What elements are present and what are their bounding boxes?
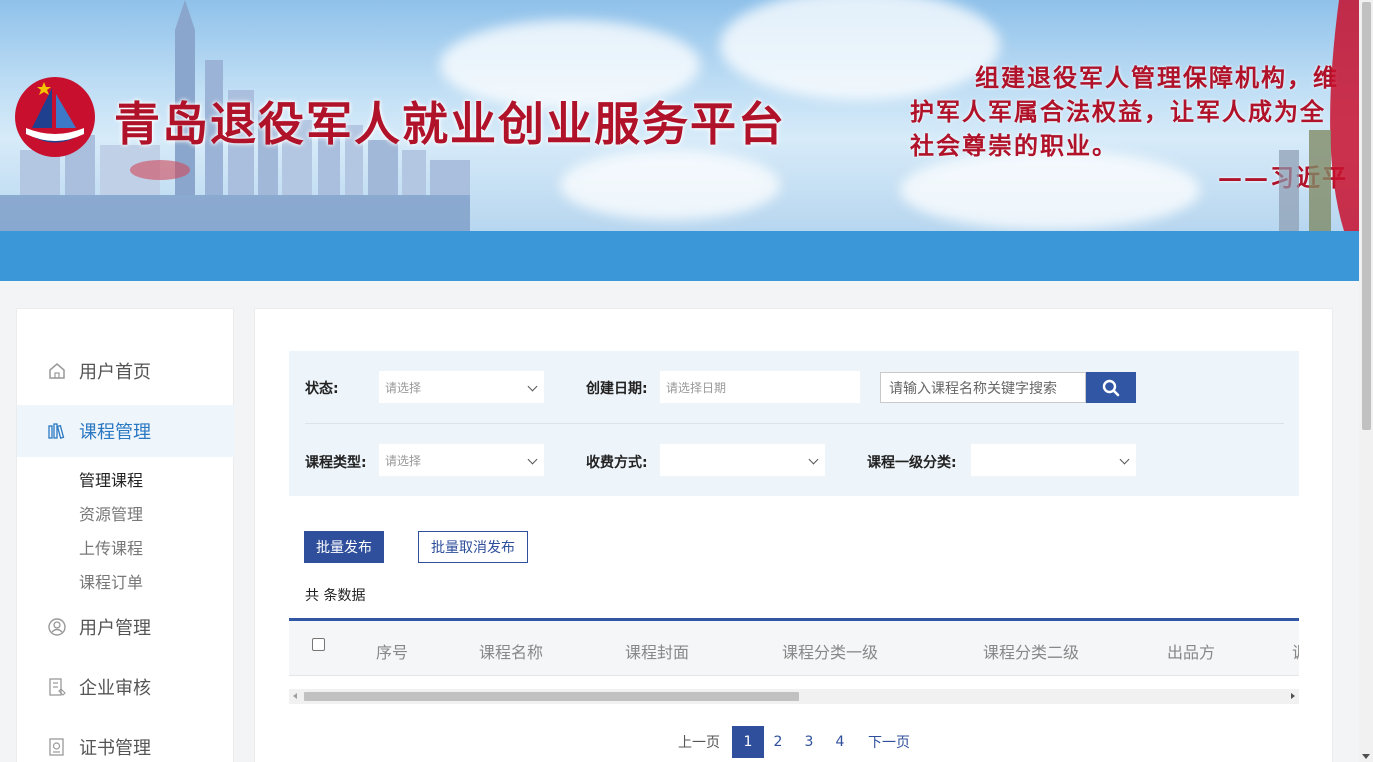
- search-input[interactable]: 请输入课程名称关键字搜索: [880, 372, 1086, 403]
- status-select[interactable]: 请选择: [379, 371, 544, 403]
- filter-divider: [305, 423, 1284, 424]
- books-icon: [48, 423, 65, 439]
- pagination-prev[interactable]: 上一页: [669, 726, 729, 758]
- date-label: 创建日期:: [586, 381, 648, 397]
- sidebar-item-label: 用户管理: [79, 618, 151, 639]
- main-panel: 状态: 请选择 创建日期: 请选择日期 请输入课程名称关键字搜索 课程类型: 请…: [254, 308, 1333, 762]
- sidebar-item-label: 课程管理: [79, 422, 151, 443]
- scroll-right-arrow-icon[interactable]: [1291, 693, 1295, 699]
- certificate-icon: [49, 738, 64, 756]
- pagination-page[interactable]: 4: [825, 726, 855, 758]
- column-header: 课程分类二级: [983, 643, 1080, 662]
- sidebar-subitem-manage-course[interactable]: 管理课程: [79, 467, 143, 491]
- home-icon: [49, 363, 65, 379]
- sidebar-subitem-upload-course[interactable]: 上传课程: [79, 535, 143, 559]
- column-header: 课程名称: [479, 643, 544, 662]
- quote-line: 社会尊崇的职业。: [910, 131, 1118, 160]
- chevron-down-icon: [527, 381, 538, 392]
- sidebar-item-user-home[interactable]: 用户首页: [17, 345, 235, 397]
- column-header: 课程分类一级: [782, 643, 879, 662]
- scroll-down-arrow-icon[interactable]: [1362, 754, 1370, 759]
- status-select-placeholder: 请选择: [385, 380, 422, 395]
- batch-publish-button[interactable]: 批量发布: [304, 531, 384, 563]
- date-picker-placeholder: 请选择日期: [666, 380, 727, 395]
- user-icon: [48, 618, 66, 636]
- search-icon: [1102, 379, 1120, 396]
- charge-method-select[interactable]: [660, 444, 825, 476]
- cloud-decoration: [900, 150, 1200, 230]
- course-type-select[interactable]: 请选择: [379, 444, 544, 476]
- search-button[interactable]: [1086, 372, 1136, 403]
- batch-unpublish-button[interactable]: 批量取消发布: [418, 531, 528, 563]
- sidebar-item-user-management[interactable]: 用户管理: [17, 601, 235, 653]
- table-horizontal-scrollbar[interactable]: [289, 689, 1299, 704]
- search-placeholder: 请输入课程名称关键字搜索: [889, 380, 1057, 397]
- cloud-decoration: [720, 0, 1000, 100]
- pagination-page[interactable]: 3: [794, 726, 824, 758]
- sidebar-subitem-resource-management[interactable]: 资源管理: [79, 501, 143, 525]
- column-header: 课程封面: [625, 643, 690, 662]
- scrollbar-thumb[interactable]: [304, 692, 799, 701]
- column-header: 序号: [376, 643, 409, 662]
- site-title: 青岛退役军人就业创业服务平台: [114, 97, 786, 151]
- chevron-down-icon: [527, 454, 538, 465]
- sidebar-item-label: 企业审核: [79, 678, 151, 699]
- pagination-page[interactable]: 2: [763, 726, 793, 758]
- cloud-decoration: [560, 150, 780, 220]
- sidebar-item-certificate-management[interactable]: 证书管理: [17, 721, 235, 762]
- charge-method-label: 收费方式:: [586, 455, 648, 471]
- document-icon: [49, 678, 66, 696]
- select-all-checkbox[interactable]: [312, 638, 325, 651]
- sidebar-item-course-management[interactable]: 课程管理: [17, 405, 235, 457]
- category-level1-label: 课程一级分类:: [867, 455, 957, 471]
- site-logo: [15, 77, 95, 157]
- header-nav-bar: [0, 231, 1359, 281]
- course-table-header: 序号 课程名称 课程封面 课程分类一级 课程分类二级 出品方 调: [289, 618, 1299, 676]
- course-type-label: 课程类型:: [305, 455, 367, 471]
- page-vertical-scrollbar[interactable]: [1359, 0, 1373, 762]
- pagination-next[interactable]: 下一页: [859, 726, 919, 758]
- course-type-placeholder: 请选择: [385, 453, 422, 468]
- scrollbar-thumb[interactable]: [1362, 2, 1371, 430]
- status-label: 状态:: [305, 381, 339, 397]
- chevron-down-icon: [808, 454, 819, 465]
- sidebar-item-enterprise-review[interactable]: 企业审核: [17, 661, 235, 713]
- sidebar-subitem-course-orders[interactable]: 课程订单: [79, 569, 143, 593]
- sidebar-item-label: 证书管理: [79, 738, 151, 759]
- total-count-text: 共 条数据: [305, 588, 366, 604]
- column-header: 调: [1292, 639, 1299, 663]
- header-banner: 青岛退役军人就业创业服务平台 组建退役军人管理保障机构，维 护军人军属合法权益，…: [0, 0, 1359, 231]
- sidebar-item-label: 用户首页: [79, 362, 151, 383]
- scroll-left-arrow-icon[interactable]: [293, 693, 297, 699]
- column-header: 出品方: [1167, 643, 1216, 662]
- date-picker-input[interactable]: 请选择日期: [660, 371, 860, 403]
- category-level1-select[interactable]: [971, 444, 1136, 476]
- filter-panel: 状态: 请选择 创建日期: 请选择日期 请输入课程名称关键字搜索 课程类型: 请…: [289, 351, 1299, 496]
- chevron-down-icon: [1119, 454, 1130, 465]
- flag-image: [1279, 0, 1359, 231]
- sidebar: 用户首页 课程管理 管理课程 资源管理 上传课程 课程订单 用户管理 企业审核: [16, 308, 235, 762]
- pagination-page[interactable]: 1: [732, 726, 764, 758]
